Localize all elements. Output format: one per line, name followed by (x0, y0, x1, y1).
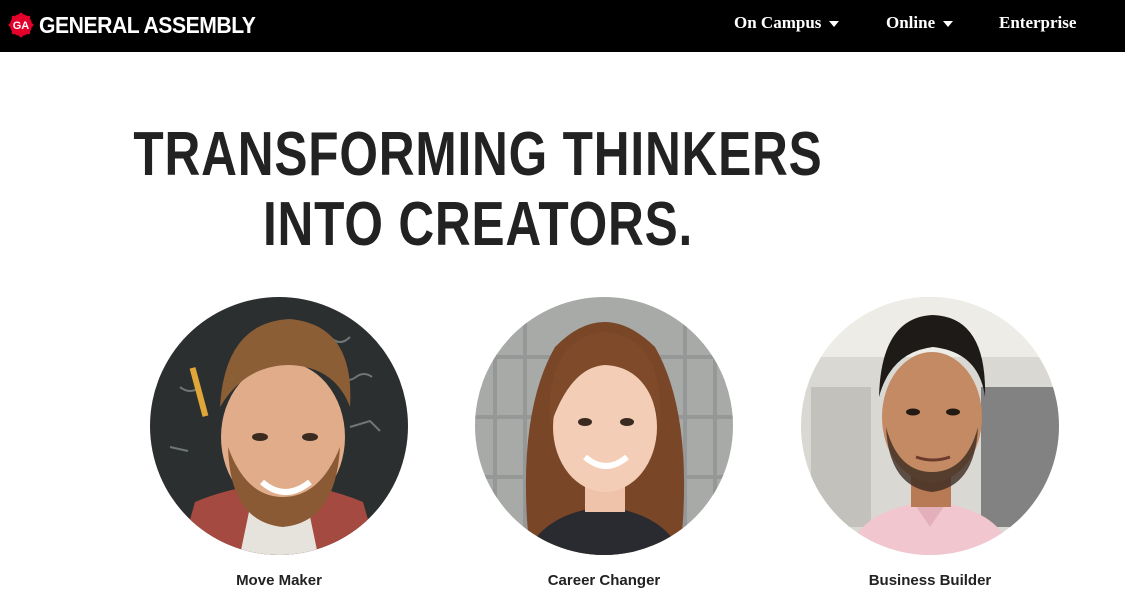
top-navbar: GA GENERAL ASSEMBLY On Campus Online Ent… (0, 0, 1125, 52)
woman-smiling-photo (475, 297, 733, 555)
nav-on-campus-label: On Campus (734, 13, 822, 32)
nav-enterprise-label: Enterprise (999, 13, 1077, 32)
brand-name: GENERAL ASSEMBLY (39, 11, 256, 38)
nav-on-campus[interactable]: On Campus (734, 12, 840, 34)
hero-headline-line-2: INTO CREATORS. (262, 190, 694, 259)
hero-headline: TRANSFORMING THINKERS INTO CREATORS. (0, 120, 956, 260)
persona-card-career-changer[interactable]: Career Changer (475, 297, 735, 589)
ga-badge-icon: GA (8, 12, 34, 38)
chevron-down-icon (943, 21, 954, 27)
chevron-down-icon (829, 21, 840, 27)
nav-enterprise[interactable]: Enterprise (999, 12, 1076, 34)
man-in-pink-shirt-photo (801, 297, 1059, 555)
persona-photo[interactable] (801, 297, 1059, 555)
ga-badge-text: GA (13, 20, 30, 32)
persona-label[interactable]: Business Builder (801, 572, 1059, 589)
hero-headline-line-1: TRANSFORMING THINKERS (133, 120, 823, 189)
persona-label[interactable]: Move Maker (150, 572, 408, 589)
persona-card-business-builder[interactable]: Business Builder (801, 297, 1061, 589)
persona-card-move-maker[interactable]: Move Maker (150, 297, 410, 589)
persona-label[interactable]: Career Changer (475, 572, 733, 589)
general-assembly-logo[interactable]: GA GENERAL ASSEMBLY (8, 11, 274, 39)
nav-online[interactable]: Online (886, 12, 954, 34)
persona-photo[interactable] (475, 297, 733, 555)
man-with-beard-photo (150, 297, 408, 555)
nav-online-label: Online (886, 13, 936, 32)
persona-photo[interactable] (150, 297, 408, 555)
